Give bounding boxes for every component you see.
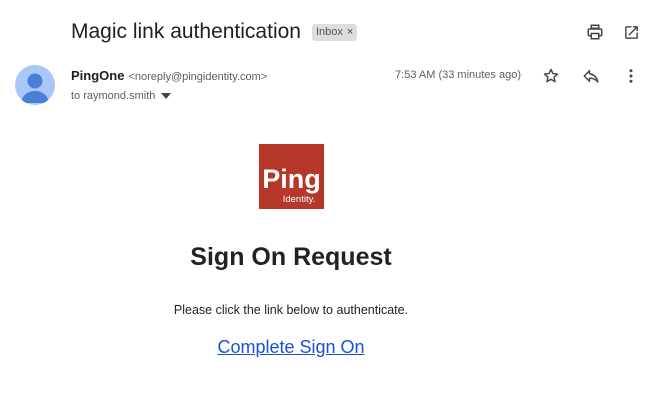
sender-line: PingOne <noreply@pingidentity.com> bbox=[71, 68, 267, 84]
recipient-line: to raymond.smith bbox=[71, 89, 172, 103]
sender-email: <noreply@pingidentity.com> bbox=[128, 71, 268, 83]
reply-icon[interactable] bbox=[579, 64, 603, 88]
recipient-text: to raymond.smith bbox=[71, 90, 156, 102]
sender-avatar[interactable] bbox=[15, 65, 55, 105]
inbox-label-text: Inbox bbox=[315, 26, 343, 38]
open-in-new-window-icon[interactable] bbox=[619, 20, 643, 44]
star-icon[interactable] bbox=[539, 64, 563, 88]
email-subject: Magic link authentication bbox=[71, 20, 301, 43]
more-vert-icon[interactable] bbox=[619, 64, 643, 88]
email-view: Magic link authentication Inbox × PingOn… bbox=[0, 0, 654, 409]
complete-sign-on-link[interactable]: Complete Sign On bbox=[217, 337, 364, 357]
print-icon[interactable] bbox=[583, 20, 607, 44]
instruction-text: Please click the link below to authentic… bbox=[173, 303, 409, 317]
caret-down-icon[interactable] bbox=[161, 93, 172, 99]
complete-sign-on-container: Complete Sign On bbox=[0, 337, 582, 358]
sender-name[interactable]: PingOne bbox=[71, 68, 124, 83]
sign-on-heading: Sign On Request bbox=[190, 243, 392, 271]
subject-row: Magic link authentication Inbox × bbox=[71, 18, 358, 46]
email-timestamp: 7:53 AM (33 minutes ago) bbox=[395, 69, 521, 81]
ping-identity-logo: Ping Identity. bbox=[259, 144, 324, 209]
remove-label-button[interactable]: × bbox=[347, 24, 353, 41]
svg-text:Ping: Ping bbox=[262, 164, 321, 194]
default-avatar-icon bbox=[21, 73, 49, 103]
svg-text:Identity.: Identity. bbox=[283, 194, 316, 205]
inbox-label-chip[interactable]: Inbox × bbox=[311, 24, 358, 41]
